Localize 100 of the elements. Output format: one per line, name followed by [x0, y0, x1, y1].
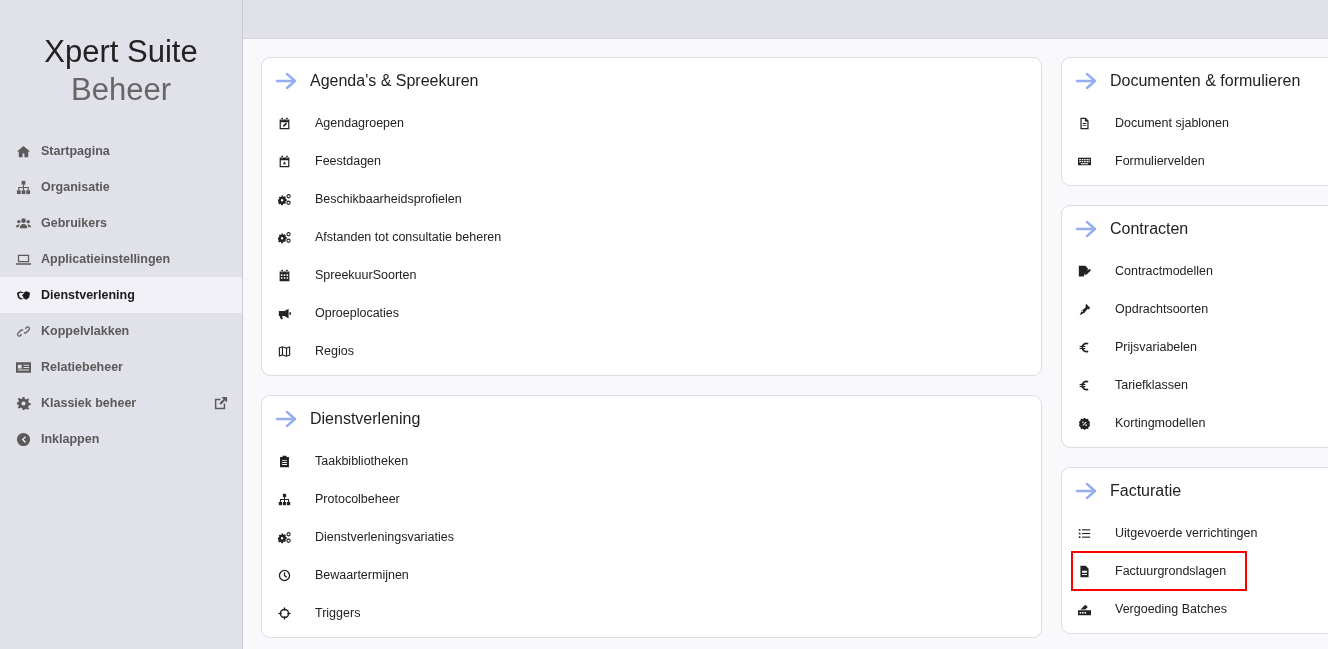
arrow-right-icon	[275, 72, 297, 90]
menu-link-label: Contractmodellen	[1115, 264, 1213, 278]
pen-nib-icon	[1078, 302, 1091, 316]
sidebar-item-label: Klassiek beheer	[41, 396, 138, 410]
gears-icon	[278, 192, 291, 206]
sitemap-icon	[16, 179, 31, 195]
menu-link[interactable]: Formuliervelden	[1072, 142, 1225, 180]
sidebar-item-label: Koppelvlakken	[41, 324, 131, 338]
menu-link[interactable]: Opdrachtsoorten	[1072, 290, 1229, 328]
menu-link-label: Protocolbeheer	[315, 492, 400, 506]
menu-link[interactable]: Tariefklassen	[1072, 366, 1208, 404]
external-link-icon[interactable]	[213, 395, 228, 411]
menu-link[interactable]: Afstanden tot consultatie beheren	[272, 218, 522, 256]
app-subtitle: Beheer	[71, 71, 171, 109]
arrow-right-icon	[275, 410, 297, 428]
megaphone-icon	[278, 306, 291, 320]
menu-link-label: Factuurgrondslagen	[1115, 564, 1227, 578]
card-title: Contracten	[1110, 220, 1189, 238]
sidebar-item[interactable]: Klassiek beheer	[0, 385, 242, 421]
sidebar-item[interactable]: Koppelvlakken	[0, 313, 242, 349]
sidebar-item[interactable]: Startpagina	[0, 133, 242, 169]
euro-icon	[1078, 378, 1091, 392]
discount-badge-icon	[1078, 416, 1091, 430]
sidebar-item[interactable]: Applicatieinstellingen	[0, 241, 242, 277]
settings-icon	[16, 395, 31, 411]
euro-icon	[1078, 340, 1091, 354]
menu-link[interactable]: Vergoeding Batches	[1072, 590, 1247, 628]
gears-icon	[278, 530, 291, 544]
clipboard-icon	[278, 454, 291, 468]
menu-link-label: Bewaartermijnen	[315, 568, 409, 582]
link-icon	[16, 323, 31, 339]
menu-link[interactable]: Feestdagen	[272, 142, 402, 180]
menu-link[interactable]: Contractmodellen	[1072, 252, 1233, 290]
menu-link-label: Formuliervelden	[1115, 154, 1205, 168]
card-title: Facturatie	[1110, 482, 1182, 500]
menu-link-label: Dienstverleningsvariaties	[315, 530, 454, 544]
clock-icon	[278, 568, 291, 582]
sidebar-item-label: Inklappen	[41, 432, 101, 446]
crosshair-icon	[278, 606, 291, 620]
sidebar-item[interactable]: Relatiebeheer	[0, 349, 242, 385]
calendar-pen-icon	[278, 116, 291, 130]
menu-link[interactable]: Triggers	[272, 594, 381, 632]
menu-link[interactable]: Regios	[272, 332, 374, 370]
map-icon	[278, 344, 291, 358]
menu-link-label: Agendagroepen	[315, 116, 404, 130]
card-title: Dienstverlening	[310, 410, 421, 428]
sidebar-item-label: Relatiebeheer	[41, 360, 124, 374]
menu-link-label: Opdrachtsoorten	[1115, 302, 1209, 316]
users-icon	[16, 215, 31, 231]
sidebar-item-label: Applicatieinstellingen	[41, 252, 172, 266]
sidebar-item-label: Gebruikers	[41, 216, 108, 230]
calendar-star-icon	[278, 154, 291, 168]
menu-link[interactable]: Dienstverleningsvariaties	[272, 518, 474, 556]
menu-link[interactable]: Beschikbaarheidsprofielen	[272, 180, 482, 218]
menu-link[interactable]: Agendagroepen	[272, 104, 424, 142]
card-title: Documenten & formulieren	[1110, 72, 1301, 90]
list-icon	[1078, 526, 1091, 540]
menu-link-label: Document sjablonen	[1115, 116, 1229, 130]
menu-link[interactable]: SpreekuurSoorten	[272, 256, 437, 294]
menu-link[interactable]: Uitgevoerde verrichtingen	[1072, 514, 1278, 552]
invoice-icon	[1078, 564, 1091, 578]
sidebar-item-label: Startpagina	[41, 144, 111, 158]
menu-link-label: Kortingmodellen	[1115, 416, 1206, 430]
menu-link-label: Vergoeding Batches	[1115, 602, 1227, 616]
signed-document-icon	[1078, 264, 1091, 278]
arrow-right-icon	[1075, 482, 1097, 500]
app-title: Xpert Suite	[44, 33, 198, 71]
sitemap-icon	[278, 492, 291, 506]
arrow-right-icon	[1075, 72, 1097, 90]
menu-link-label: SpreekuurSoorten	[315, 268, 417, 282]
sidebar-item[interactable]: Dienstverlening	[0, 277, 242, 313]
document-icon	[1078, 116, 1091, 130]
menu-link[interactable]: Kortingmodellen	[1072, 404, 1226, 442]
menu-link[interactable]: Taakbibliotheken	[272, 442, 429, 480]
card-title: Agenda's & Spreekuren	[310, 72, 479, 90]
menu-link-label: Taakbibliotheken	[315, 454, 409, 468]
menu-link[interactable]: Bewaartermijnen	[272, 556, 429, 594]
home-icon	[16, 143, 31, 159]
menu-link-label: Prijsvariabelen	[1115, 340, 1197, 354]
menu-link-label: Oproeplocaties	[315, 306, 400, 320]
menu-link[interactable]: Factuurgrondslagen	[1072, 552, 1247, 590]
menu-link[interactable]: Document sjablonen	[1072, 104, 1249, 142]
menu-link-label: Beschikbaarheidsprofielen	[315, 192, 462, 206]
menu-link[interactable]: Oproeplocaties	[272, 294, 420, 332]
calendar-icon	[278, 268, 291, 282]
menu-link-label: Triggers	[315, 606, 361, 620]
menu-link-label: Feestdagen	[315, 154, 382, 168]
sidebar-item[interactable]: Gebruikers	[0, 205, 242, 241]
sidebar-item-label: Organisatie	[41, 180, 111, 194]
menu-link[interactable]: Protocolbeheer	[272, 480, 420, 518]
batch-icon	[1078, 602, 1091, 616]
menu-link[interactable]: Prijsvariabelen	[1072, 328, 1217, 366]
menu-link-label: Tariefklassen	[1115, 378, 1188, 392]
menu-link-label: Afstanden tot consultatie beheren	[315, 230, 502, 244]
sidebar-item[interactable]: Organisatie	[0, 169, 242, 205]
id-card-icon	[16, 359, 31, 375]
sidebar-item[interactable]: Inklappen	[0, 421, 242, 457]
sidebar-item-label: Dienstverlening	[41, 288, 136, 302]
menu-link-label: Regios	[315, 344, 354, 358]
menu-link-label: Uitgevoerde verrichtingen	[1115, 526, 1258, 540]
